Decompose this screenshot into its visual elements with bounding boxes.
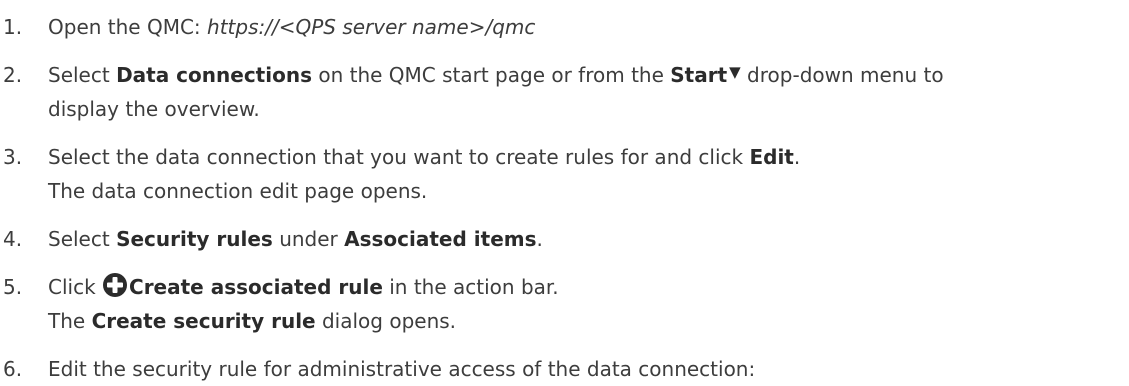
text-segment: on the QMC start page or from the <box>311 63 671 87</box>
caret-down-icon: ▼ <box>729 63 741 81</box>
step-text: Select Security rules under Associated i… <box>48 222 1129 256</box>
step-text: Select the data connection that you want… <box>48 140 1129 174</box>
text-segment: under <box>272 227 345 251</box>
step-text: Click Create associated rule in the acti… <box>48 270 1129 304</box>
step-text: Open the QMC: https://<QPS server name>/… <box>48 10 1129 44</box>
step-6: 6. Edit the security rule for administra… <box>0 352 1129 386</box>
text-segment: . <box>536 227 543 251</box>
step-number: 6. <box>3 357 23 381</box>
step-1: 1. Open the QMC: https://<QPS server nam… <box>0 10 1129 44</box>
ui-term-start: Start <box>670 63 728 87</box>
text-segment: . <box>793 145 801 169</box>
ui-term-security-rules: Security rules <box>116 227 273 251</box>
step-5: 5. Click Create associated rule in the a… <box>0 270 1129 338</box>
text-segment: in the action bar. <box>382 275 559 299</box>
ui-term-create-security-rule: Create security rule <box>91 309 316 333</box>
text-segment: The <box>48 309 92 333</box>
procedure-document: 1. Open the QMC: https://<QPS server nam… <box>0 0 1129 383</box>
step-4: 4. Select Security rules under Associate… <box>0 222 1129 256</box>
text-segment: Select the data connection that you want… <box>48 145 750 169</box>
ui-term-associated-items: Associated items <box>344 227 537 251</box>
plus-circle-icon <box>103 273 128 297</box>
text-segment: Open the QMC: <box>48 15 208 39</box>
step-result: The data connection edit page opens. <box>48 179 428 203</box>
step-2: 2. Select Data connections on the QMC st… <box>0 58 1129 126</box>
text-segment: dialog opens. <box>315 309 457 333</box>
text-segment: Select <box>48 227 117 251</box>
step-number: 2. <box>3 63 23 87</box>
step-number: 5. <box>3 275 23 299</box>
ui-term-edit: Edit <box>749 145 794 169</box>
ui-term-create-associated-rule: Create associated rule <box>129 275 383 299</box>
text-segment: drop-down menu to <box>740 63 944 87</box>
qmc-url: https://<QPS server name>/qmc <box>207 15 536 39</box>
step-text: Select Data connections on the QMC start… <box>48 58 1129 92</box>
step-number: 3. <box>3 145 23 169</box>
text-segment: Click <box>48 275 103 299</box>
text-segment: Select <box>48 63 117 87</box>
ui-term-data-connections: Data connections <box>116 63 312 87</box>
step-text: Edit the security rule for administrativ… <box>48 357 756 381</box>
step-number: 1. <box>3 15 23 39</box>
step-result: The Create security rule dialog opens. <box>48 304 1129 338</box>
step-list: 1. Open the QMC: https://<QPS server nam… <box>0 0 1129 386</box>
step-text-continued: display the overview. <box>48 97 260 121</box>
step-number: 4. <box>3 227 23 251</box>
step-3: 3. Select the data connection that you w… <box>0 140 1129 208</box>
